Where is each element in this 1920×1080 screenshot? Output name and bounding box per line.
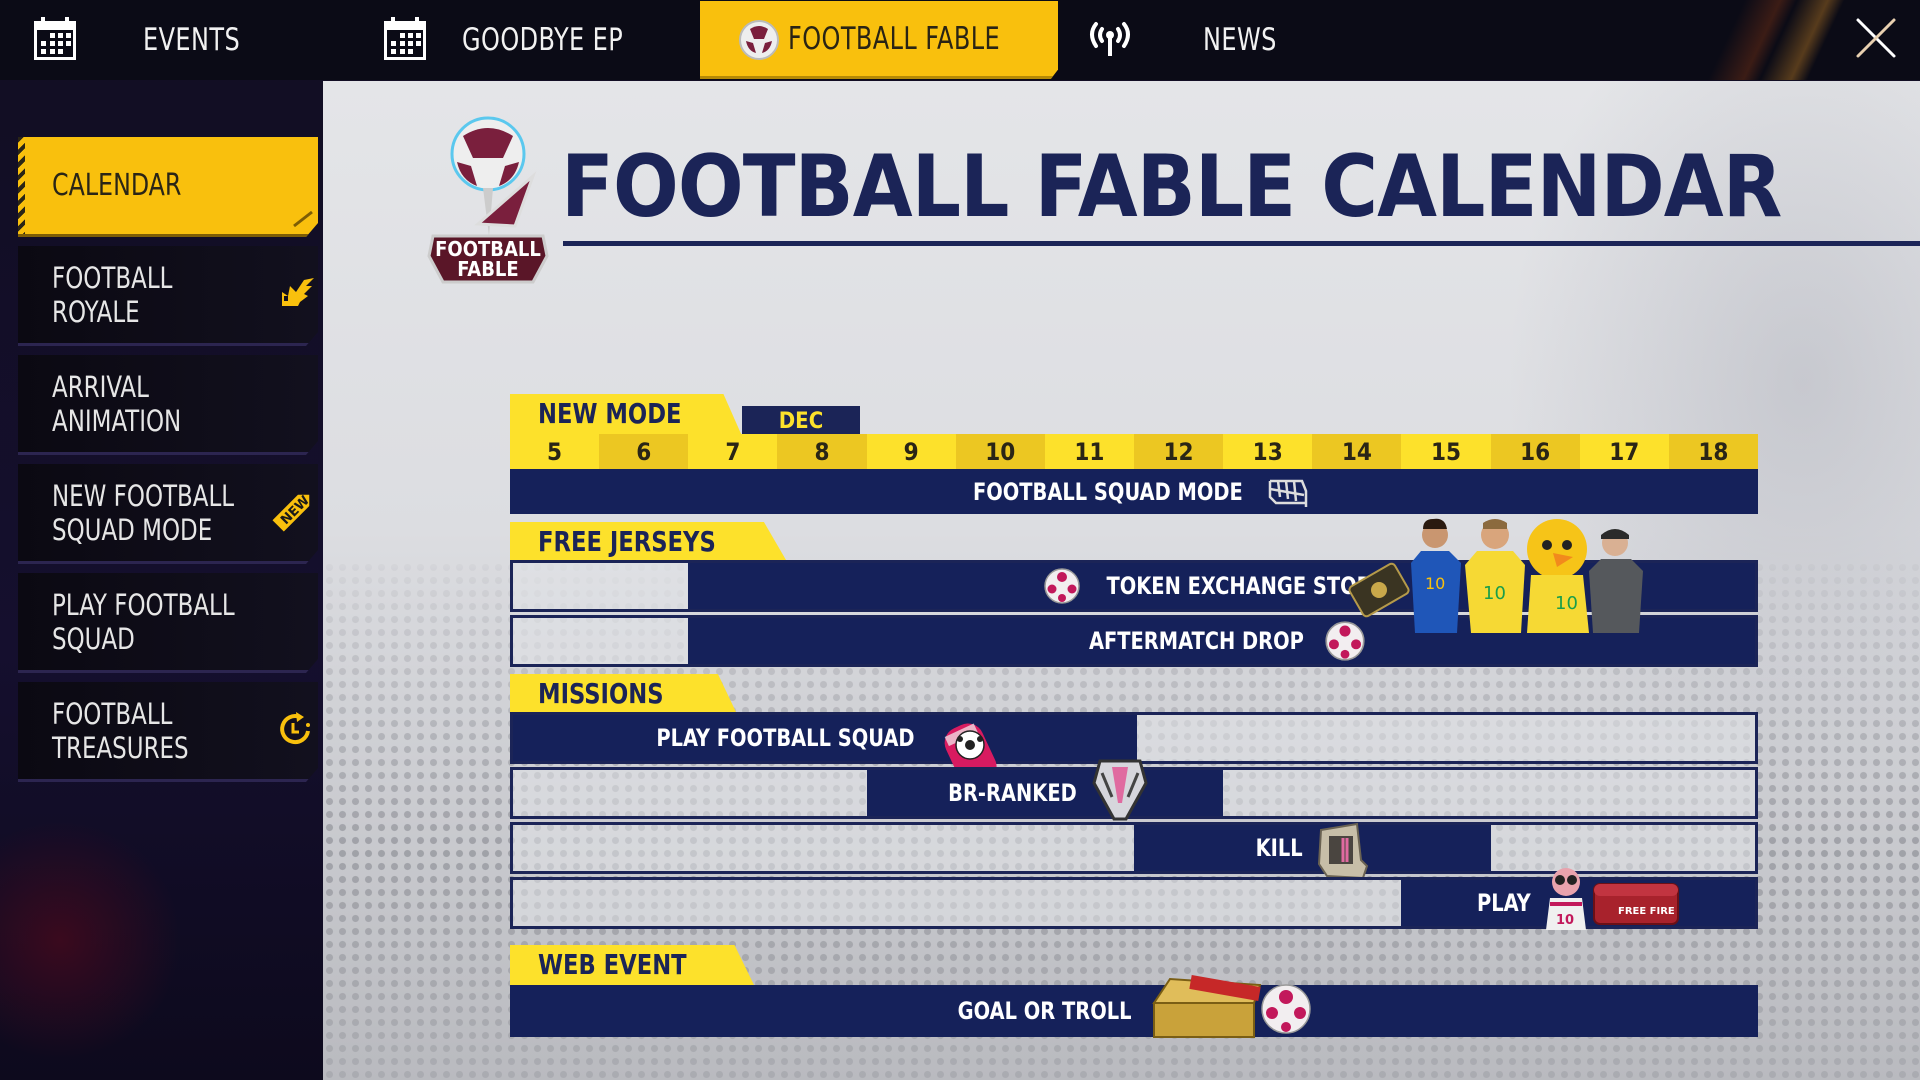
day-cell: 10: [955, 434, 1045, 469]
sidebar-item-label: FOOTBALL TREASURES: [52, 696, 189, 765]
top-tab-bar: EVENTS GOODBYE EP FOOTBALL FABLE NEWS: [0, 0, 1920, 80]
sidebar: CALENDAR FOOTBALL ROYALE ARRIVAL ANIMATI…: [18, 137, 322, 791]
sidebar-item-label: NEW FOOTBALL SQUAD MODE: [52, 478, 235, 547]
tab-label: EVENTS: [143, 22, 241, 58]
page-title: FOOTBALL FABLE CALENDAR: [561, 137, 1782, 237]
event-label: PLAY FOOTBALL SQUAD: [655, 724, 915, 752]
event-bar-kill[interactable]: KILL: [1134, 822, 1491, 880]
event-label: KILL: [1255, 834, 1303, 862]
sidebar-item-arrival-animation[interactable]: ARRIVAL ANIMATION: [18, 355, 318, 455]
jersey-characters-illustration: 10 10 10: [1345, 513, 1705, 633]
day-cell: 15: [1430, 438, 1461, 466]
event-bar-play-football-squad[interactable]: PLAY FOOTBALL SQUAD: [513, 715, 1137, 787]
section-tag-missions: MISSIONS: [510, 674, 736, 712]
event-row: GOAL OR TROLL: [510, 975, 1758, 1039]
player-grey-jersey: [1589, 529, 1643, 633]
svg-text:FREE FIRE: FREE FIRE: [1618, 906, 1675, 917]
svg-text:10: 10: [1425, 574, 1445, 593]
day-cell: 11: [1074, 438, 1105, 466]
svg-text:10: 10: [1483, 583, 1506, 604]
new-tag-icon: NEW: [270, 485, 316, 541]
event-label: FOOTBALL SQUAD MODE: [973, 477, 1243, 506]
event-label: PLAY: [1477, 889, 1532, 917]
event-label: AFTERMATCH DROP: [1089, 627, 1305, 655]
close-icon: [1856, 18, 1896, 58]
backpack-icon: [1092, 759, 1148, 823]
sidebar-item-label: FOOTBALL ROYALE: [52, 260, 173, 329]
football-token-icon: [1043, 567, 1081, 605]
event-label: BR-RANKED: [948, 779, 1078, 807]
football-fable-ball-icon: [738, 19, 780, 61]
alien-character: 10: [1546, 868, 1587, 930]
section-tag-web-event: WEB EVENT: [510, 945, 754, 985]
calendar-icon: [382, 16, 428, 62]
svg-text:10: 10: [1555, 593, 1578, 614]
main-panel: FOOTBALL FABLE FOOTBALL FABLE CALENDAR N…: [323, 81, 1920, 1080]
refresh-timer-icon: [278, 711, 312, 751]
event-bar-br-ranked[interactable]: BR-RANKED: [866, 759, 1224, 821]
gold-chest-icon: [1150, 975, 1320, 1039]
tab-goodbye-ep[interactable]: GOODBYE EP: [350, 0, 700, 80]
event-label: TOKEN EXCHANGE STORE: [1106, 572, 1385, 600]
day-cell: 14: [1312, 434, 1402, 469]
football-fable-logo: FOOTBALL FABLE: [423, 106, 553, 286]
event-row: BR-RANKED: [510, 759, 1758, 821]
day-cell: 8: [777, 434, 867, 469]
event-label: GOAL OR TROLL: [958, 997, 1132, 1025]
logo-text-line-2: FABLE: [457, 257, 518, 281]
event-bar-play[interactable]: PLAY 10 FREE FIRE: [1401, 868, 1755, 930]
month-label: DEC: [742, 406, 860, 436]
section-tag-free-jerseys: FREE JERSEYS: [510, 522, 786, 560]
sidebar-item-label: PLAY FOOTBALL SQUAD: [52, 587, 235, 656]
tab-label: GOODBYE EP: [462, 22, 624, 58]
treasure-chest-icon: 10 FREE FIRE: [1542, 868, 1682, 930]
sidebar-item-label: ARRIVAL ANIMATION: [52, 369, 182, 438]
tab-label: FOOTBALL FABLE: [788, 20, 1001, 57]
event-row: PLAY 10 FREE FIRE: [510, 868, 1758, 930]
day-cell: 5: [547, 438, 563, 466]
player-blue-jersey: 10: [1411, 518, 1461, 633]
day-cell: 7: [725, 438, 741, 466]
event-bar-goal-or-troll[interactable]: GOAL OR TROLL: [510, 975, 1758, 1039]
sidebar-item-calendar[interactable]: CALENDAR: [18, 137, 318, 237]
calendar-icon: [32, 16, 78, 62]
event-row: FOOTBALL SQUAD MODE: [510, 469, 1758, 514]
svg-text:10: 10: [1556, 913, 1574, 928]
day-cell: 13: [1252, 438, 1283, 466]
flame-icon: [278, 276, 316, 314]
broadcast-icon: [1086, 18, 1134, 58]
tab-football-fable[interactable]: FOOTBALL FABLE: [700, 1, 1058, 79]
tab-events[interactable]: EVENTS: [0, 0, 350, 80]
tab-news[interactable]: NEWS: [1058, 0, 1358, 80]
sidebar-item-football-treasures[interactable]: FOOTBALL TREASURES: [18, 682, 318, 782]
tab-label: NEWS: [1203, 22, 1277, 58]
section-tag-new-mode: NEW MODE: [510, 394, 742, 436]
title-underline: [563, 241, 1920, 246]
event-bar-football-squad-mode[interactable]: FOOTBALL SQUAD MODE: [510, 469, 1758, 514]
day-cell: 9: [903, 438, 919, 466]
day-cell: 16: [1490, 434, 1580, 469]
day-cell: 12: [1133, 434, 1224, 469]
day-cell: 18: [1668, 434, 1758, 469]
day-cell: 6: [599, 434, 689, 469]
weapon-crate-icon: [1313, 814, 1371, 882]
goal-net-icon: [1266, 475, 1310, 509]
day-cell: 17: [1609, 438, 1640, 466]
close-button[interactable]: [1850, 12, 1902, 64]
ticket-icon: [1348, 562, 1410, 618]
corner-accent-icon: [292, 210, 314, 232]
sidebar-item-play-football-squad[interactable]: PLAY FOOTBALL SQUAD: [18, 573, 318, 673]
sidebar-item-label: CALENDAR: [52, 167, 182, 203]
decorative-streaks: [1650, 0, 1850, 80]
sidebar-item-football-royale[interactable]: FOOTBALL ROYALE: [18, 246, 318, 346]
sidebar-item-new-football-squad-mode[interactable]: NEW FOOTBALL SQUAD MODE NEW: [18, 464, 318, 564]
day-header-row: 5 6 7 8 9 10 11 12 13 14 15 16 17 18: [510, 434, 1758, 469]
player-yellow-jersey: 10: [1465, 519, 1525, 633]
mascot-bird: 10: [1527, 519, 1589, 633]
